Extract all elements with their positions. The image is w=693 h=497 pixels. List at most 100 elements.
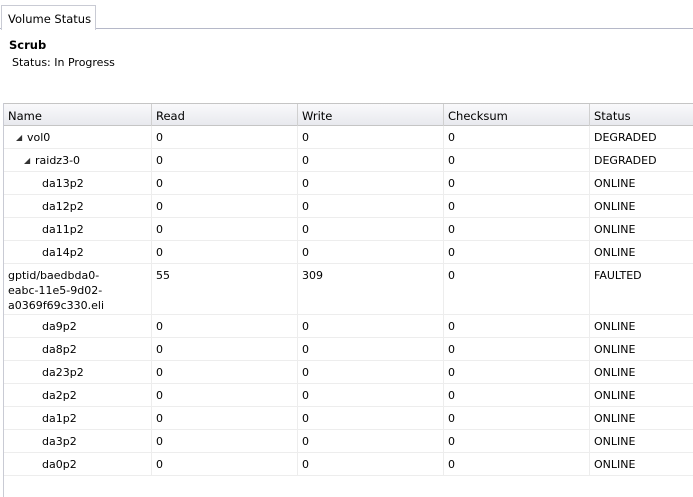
device-name: da23p2 (42, 366, 84, 379)
cell-status: FAULTED (594, 269, 642, 282)
cell-read: 0 (152, 218, 298, 240)
cell-write: 0 (298, 241, 444, 263)
tab-volume-status[interactable]: Volume Status (1, 5, 96, 30)
table-row[interactable]: da8p2 0 0 0 ONLINE (4, 338, 693, 361)
cell-read: 0 (152, 407, 298, 429)
table-row[interactable]: ◢ raidz3-0 0 0 0 DEGRADED (4, 149, 693, 172)
cell-checksum: 0 (444, 384, 590, 406)
cell-checksum: 0 (444, 241, 590, 263)
cell-checksum: 0 (444, 218, 590, 240)
cell-status: ONLINE (594, 366, 636, 379)
cell-read: 0 (152, 241, 298, 263)
cell-write: 0 (298, 430, 444, 452)
device-name: da2p2 (42, 389, 77, 402)
cell-write: 0 (298, 149, 444, 171)
cell-checksum: 0 (444, 149, 590, 171)
cell-read: 0 (152, 453, 298, 475)
table-row[interactable]: da3p2 0 0 0 ONLINE (4, 430, 693, 453)
cell-read: 0 (152, 149, 298, 171)
cell-name: da2p2 (4, 384, 152, 406)
cell-write: 0 (298, 126, 444, 148)
cell-write: 0 (298, 195, 444, 217)
table-row[interactable]: da11p2 0 0 0 ONLINE (4, 218, 693, 241)
cell-write: 0 (298, 361, 444, 383)
grid-header: Name Read Write Checksum Status (4, 103, 693, 126)
cell-read: 0 (152, 195, 298, 217)
cell-checksum: 0 (444, 407, 590, 429)
device-name: da0p2 (42, 458, 77, 471)
column-header-read[interactable]: Read (152, 104, 298, 126)
cell-checksum: 0 (444, 264, 590, 314)
scrub-heading: Scrub (9, 38, 47, 52)
table-row[interactable]: da1p2 0 0 0 ONLINE (4, 407, 693, 430)
column-header-checksum[interactable]: Checksum (444, 104, 590, 126)
cell-read: 0 (152, 384, 298, 406)
cell-name: gptid/baedbda0- eabc-11e5-9d02- a0369f69… (4, 264, 152, 314)
device-name: da14p2 (42, 246, 84, 259)
cell-name: da1p2 (4, 407, 152, 429)
cell-read: 0 (152, 172, 298, 194)
cell-name: da23p2 (4, 361, 152, 383)
table-row[interactable]: da13p2 0 0 0 ONLINE (4, 172, 693, 195)
device-name: da1p2 (42, 412, 77, 425)
cell-name: da12p2 (4, 195, 152, 217)
cell-name: da3p2 (4, 430, 152, 452)
cell-name: da13p2 (4, 172, 152, 194)
cell-status: ONLINE (594, 320, 636, 333)
cell-checksum: 0 (444, 430, 590, 452)
cell-checksum: 0 (444, 338, 590, 360)
table-row[interactable]: da0p2 0 0 0 ONLINE (4, 453, 693, 476)
cell-name: ◢ vol0 (4, 126, 152, 148)
tab-bar: Volume Status (0, 0, 693, 30)
table-row[interactable]: da2p2 0 0 0 ONLINE (4, 384, 693, 407)
device-name: raidz3-0 (35, 154, 81, 167)
cell-name: da8p2 (4, 338, 152, 360)
cell-name: da9p2 (4, 315, 152, 337)
scrub-status-text: Status: In Progress (12, 56, 115, 69)
cell-write: 0 (298, 453, 444, 475)
device-name: da3p2 (42, 435, 77, 448)
cell-write: 0 (298, 338, 444, 360)
table-row[interactable]: da23p2 0 0 0 ONLINE (4, 361, 693, 384)
cell-status: ONLINE (594, 412, 636, 425)
cell-name: ◢ raidz3-0 (4, 149, 152, 171)
column-header-name[interactable]: Name (4, 104, 152, 126)
table-row[interactable]: da12p2 0 0 0 ONLINE (4, 195, 693, 218)
cell-write: 0 (298, 172, 444, 194)
cell-checksum: 0 (444, 195, 590, 217)
cell-read: 0 (152, 430, 298, 452)
cell-write: 0 (298, 384, 444, 406)
cell-checksum: 0 (444, 453, 590, 475)
cell-status: ONLINE (594, 246, 636, 259)
cell-status: ONLINE (594, 177, 636, 190)
device-name: vol0 (27, 131, 51, 144)
expand-toggle-icon[interactable]: ◢ (16, 130, 24, 145)
cell-status: ONLINE (594, 200, 636, 213)
cell-status: ONLINE (594, 458, 636, 471)
cell-status: ONLINE (594, 343, 636, 356)
cell-checksum: 0 (444, 172, 590, 194)
cell-read: 0 (152, 126, 298, 148)
cell-write: 0 (298, 407, 444, 429)
device-name: da11p2 (42, 223, 84, 236)
table-row[interactable]: ◢ vol0 0 0 0 DEGRADED (4, 126, 693, 149)
column-header-write[interactable]: Write (298, 104, 444, 126)
table-row[interactable]: da9p2 0 0 0 ONLINE (4, 315, 693, 338)
table-row[interactable]: gptid/baedbda0- eabc-11e5-9d02- a0369f69… (4, 264, 693, 315)
cell-name: da11p2 (4, 218, 152, 240)
cell-read: 55 (152, 264, 298, 314)
cell-write: 0 (298, 218, 444, 240)
table-row[interactable]: da14p2 0 0 0 ONLINE (4, 241, 693, 264)
cell-checksum: 0 (444, 126, 590, 148)
expand-toggle-icon[interactable]: ◢ (24, 153, 32, 168)
cell-read: 0 (152, 315, 298, 337)
cell-status: DEGRADED (594, 131, 657, 144)
volume-status-grid: Name Read Write Checksum Status ◢ vol0 0 0 0… (3, 103, 693, 497)
cell-name: da0p2 (4, 453, 152, 475)
cell-checksum: 0 (444, 315, 590, 337)
cell-checksum: 0 (444, 361, 590, 383)
cell-status: DEGRADED (594, 154, 657, 167)
column-header-status[interactable]: Status (590, 104, 693, 126)
cell-read: 0 (152, 338, 298, 360)
cell-status: ONLINE (594, 389, 636, 402)
